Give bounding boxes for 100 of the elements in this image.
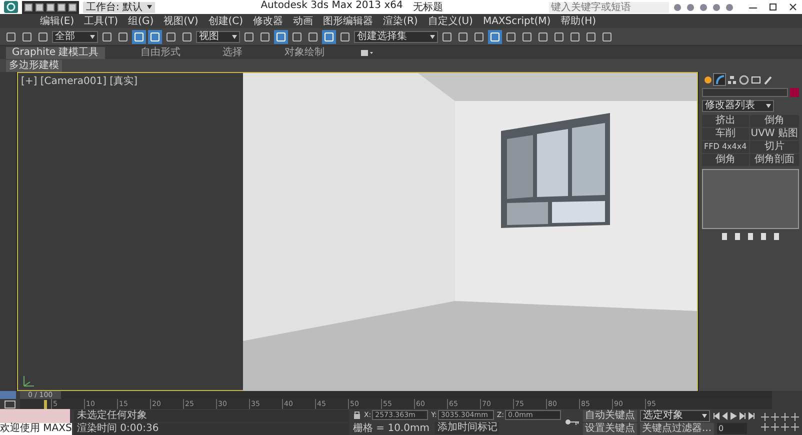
toolbar-button[interactable]	[258, 30, 272, 44]
axis-tripod-icon	[21, 374, 35, 388]
toolbar-button[interactable]	[552, 30, 566, 44]
toolbar-button[interactable]	[180, 30, 194, 44]
maxscript-listener[interactable]: 欢迎使用 MAXS	[0, 409, 70, 435]
toolbar-button[interactable]	[132, 30, 146, 44]
toolbar-button[interactable]	[274, 30, 288, 44]
menu-item[interactable]: 图形编辑器	[323, 14, 374, 28]
ribbon-tab[interactable]: 对象绘制	[278, 46, 331, 58]
menu-item[interactable]: 帮助(H)	[560, 14, 596, 28]
modifier-button[interactable]: 切片	[750, 141, 799, 153]
toolbar-button[interactable]	[100, 30, 114, 44]
toolbar-button[interactable]	[322, 30, 336, 44]
toolbar-button[interactable]	[116, 30, 130, 44]
coordinate-system-dropdown[interactable]: 视图	[196, 30, 240, 42]
menu-item[interactable]: 修改器	[253, 14, 284, 28]
add-time-tag-button[interactable]: 添加时间标记	[435, 422, 500, 434]
toolbar-button[interactable]	[568, 30, 582, 44]
navigation-icon[interactable]	[791, 423, 799, 431]
toolbar-button[interactable]	[600, 30, 614, 44]
playback-controls-icon[interactable]	[713, 412, 757, 420]
navigation-icon[interactable]	[771, 423, 779, 431]
modifier-button[interactable]: 倒角	[750, 115, 799, 127]
status-prompt: 未选定任何对象	[74, 410, 349, 422]
menu-item[interactable]: 工具(T)	[84, 14, 118, 28]
navigation-icon[interactable]	[781, 413, 789, 421]
current-frame-field[interactable]: 0	[716, 423, 747, 434]
toolbar-button[interactable]	[164, 30, 178, 44]
modifier-button[interactable]: 倒角剖面	[750, 154, 799, 166]
menu-item[interactable]: 自定义(U)	[428, 14, 473, 28]
toolbar-button[interactable]	[4, 30, 18, 44]
caret-icon	[766, 104, 771, 108]
viewport-label[interactable]: [+] [Camera001] [真实]	[21, 75, 138, 88]
close-icon[interactable]	[788, 2, 798, 12]
motion-icon	[738, 74, 748, 84]
toolbar-button[interactable]	[488, 30, 502, 44]
toolbar-button[interactable]	[306, 30, 320, 44]
navigation-icon[interactable]	[761, 413, 769, 421]
command-panel-tab[interactable]	[738, 74, 749, 85]
navigation-icon[interactable]	[791, 413, 799, 421]
toolbar-button[interactable]	[520, 30, 534, 44]
modifier-button[interactable]: 车削	[702, 128, 749, 140]
modifier-button[interactable]: 倒角	[702, 154, 749, 166]
menu-item[interactable]: 视图(V)	[164, 14, 198, 28]
workspace-dropdown[interactable]: 工作台: 默认	[83, 2, 155, 12]
toolbar-button[interactable]	[36, 30, 50, 44]
lock-icon[interactable]	[352, 410, 361, 419]
menu-item[interactable]: 创建(C)	[208, 14, 244, 28]
file-name: 无标题	[412, 0, 443, 14]
toolbar-button[interactable]	[536, 30, 550, 44]
object-color-swatch[interactable]	[790, 88, 799, 97]
object-name-field[interactable]	[702, 88, 788, 97]
toolbar-button[interactable]	[242, 30, 256, 44]
display-icon	[750, 74, 760, 84]
caret-icon	[702, 414, 707, 418]
toolbar-button[interactable]	[148, 30, 162, 44]
maximize-icon[interactable]	[768, 2, 778, 12]
auto-key-button[interactable]: 自动关键点	[583, 410, 637, 422]
named-selection-dropdown[interactable]: 创建选择集	[354, 30, 438, 42]
ribbon-panel-label[interactable]: 多边形建模	[6, 60, 62, 72]
command-panel-tab[interactable]	[762, 74, 773, 85]
set-key-button[interactable]: 设置关键点	[583, 422, 637, 434]
modifier-list-dropdown[interactable]: 修改器列表	[702, 100, 774, 112]
navigation-icon[interactable]	[781, 423, 789, 431]
viewport[interactable]: [+] [Camera001] [真实]	[17, 72, 698, 391]
modifier-button[interactable]: FFD 4x4x4	[702, 141, 749, 153]
command-panel-tab[interactable]	[726, 74, 737, 85]
time-marker[interactable]	[44, 400, 47, 408]
menu-item[interactable]: 编辑(E)	[40, 14, 74, 28]
ribbon-options-icon[interactable]	[360, 48, 373, 56]
toolbar-button[interactable]	[456, 30, 470, 44]
navigation-icon[interactable]	[761, 423, 769, 431]
toolbar-button[interactable]	[440, 30, 454, 44]
key-filters-button[interactable]: 关键点过滤器...	[640, 422, 714, 434]
menu-item[interactable]: 动画	[293, 14, 314, 28]
modify-icon	[714, 74, 724, 84]
toolbar-button[interactable]	[20, 30, 34, 44]
toolbar-button[interactable]	[584, 30, 598, 44]
command-panel-tab[interactable]	[714, 74, 725, 85]
toolbar-button[interactable]	[290, 30, 304, 44]
toolbar-button[interactable]	[338, 30, 352, 44]
ribbon-tab[interactable]: Graphite 建模工具	[6, 46, 105, 58]
menu-item[interactable]: 渲染(R)	[383, 14, 418, 28]
selection-filter-dropdown[interactable]: 全部	[52, 30, 98, 42]
create-icon	[702, 74, 712, 84]
navigation-icon[interactable]	[771, 413, 779, 421]
command-panel-tab[interactable]	[702, 74, 713, 85]
command-panel-tab[interactable]	[750, 74, 761, 85]
toolbar-button[interactable]	[472, 30, 486, 44]
key-mode-dropdown[interactable]: 选定对象	[640, 410, 710, 422]
modifier-button[interactable]: 挤出	[702, 115, 749, 127]
caret-icon	[90, 34, 95, 38]
render-time-text: 渲染时间 0:00:36	[74, 422, 349, 434]
toolbar-button[interactable]	[504, 30, 518, 44]
menu-item[interactable]: MAXScript(M)	[482, 14, 551, 28]
ribbon-tab[interactable]: 自由形式	[134, 46, 187, 58]
modifier-button[interactable]: UVW 贴图	[750, 128, 799, 140]
ribbon-tab[interactable]: 选择	[216, 46, 249, 58]
menu-item[interactable]: 组(G)	[128, 14, 154, 28]
curve-editor-icon[interactable]	[4, 400, 16, 408]
